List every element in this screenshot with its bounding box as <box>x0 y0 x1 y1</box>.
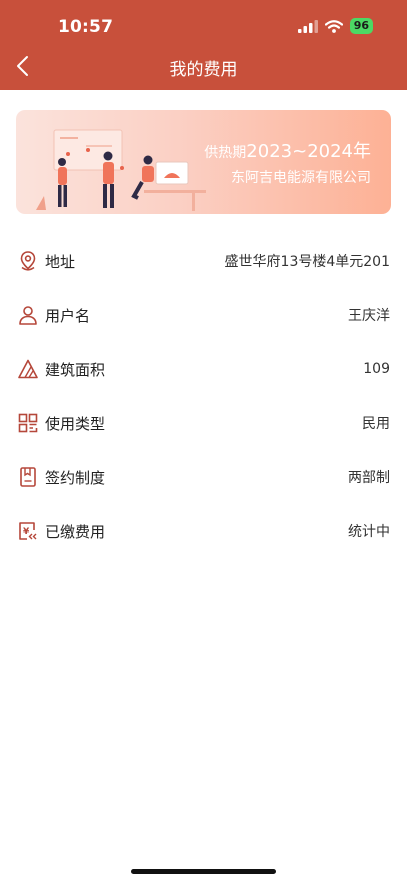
row-label: 建筑面积 <box>45 360 106 379</box>
page-title: 我的费用 <box>169 60 238 80</box>
signal-icon <box>297 19 318 33</box>
status-icons: 96 <box>297 18 373 34</box>
row-label: 地址 <box>45 252 76 271</box>
banner-company: 东阿吉电能源有限公司 <box>231 170 371 186</box>
row-value: 民用 <box>362 416 390 432</box>
location-pin-icon <box>20 251 36 271</box>
list-item-username: 用户名 王庆洋 <box>0 288 407 342</box>
heating-period-banner: 供热期2023~2024年 东阿吉电能源有限公司 <box>16 110 391 214</box>
row-value: 统计中 <box>348 524 390 540</box>
home-indicator[interactable] <box>131 869 276 874</box>
banner-prefix: 供热期 <box>204 145 247 161</box>
list-item-usage-type: 使用类型 民用 <box>0 396 407 450</box>
team-illustration <box>36 129 206 211</box>
area-triangle-icon <box>18 359 38 379</box>
wifi-icon <box>324 19 343 33</box>
fee-info-list: 地址 盛世华府13号楼4单元201 用户名 王庆洋 建筑面积 109 使用类型 … <box>0 234 407 558</box>
payment-receipt-icon: ¥ <box>19 522 37 540</box>
grid-category-icon <box>18 413 38 433</box>
row-label: 使用类型 <box>45 414 106 433</box>
list-item-paid-fees: ¥ 已缴费用 统计中 <box>0 504 407 558</box>
row-value: 王庆洋 <box>348 308 390 324</box>
list-item-address: 地址 盛世华府13号楼4单元201 <box>0 234 407 288</box>
row-value: 盛世华府13号楼4单元201 <box>224 254 390 270</box>
row-label: 签约制度 <box>45 468 106 487</box>
list-item-contract-system: 签约制度 两部制 <box>0 450 407 504</box>
battery-icon: 96 <box>349 18 373 34</box>
user-icon <box>19 306 37 325</box>
app-header: 10:57 96 我的费用 <box>0 0 407 90</box>
svg-text:¥: ¥ <box>23 527 30 537</box>
contract-document-icon <box>20 467 36 487</box>
status-time: 10:57 <box>58 17 114 37</box>
banner-period: 2023~2024年 <box>246 141 371 162</box>
row-label: 已缴费用 <box>45 522 106 541</box>
row-value: 109 <box>363 361 390 377</box>
banner-period-line: 供热期2023~2024年 <box>204 137 371 163</box>
row-label: 用户名 <box>45 306 91 325</box>
banner-text: 供热期2023~2024年 东阿吉电能源有限公司 <box>204 137 371 187</box>
row-value: 两部制 <box>348 470 390 486</box>
list-item-building-area: 建筑面积 109 <box>0 342 407 396</box>
